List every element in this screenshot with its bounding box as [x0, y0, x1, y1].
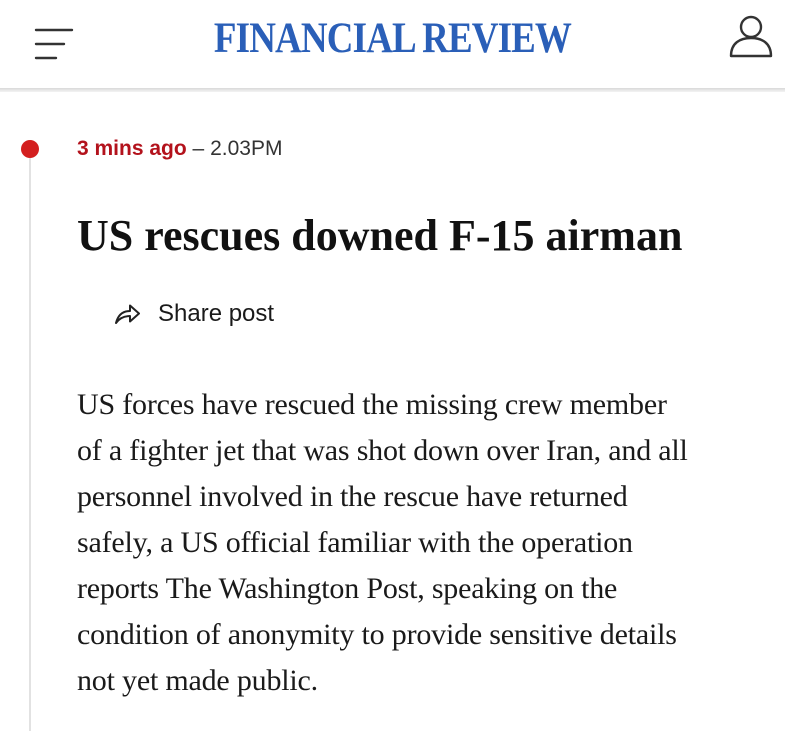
- meta-separator: –: [192, 137, 205, 160]
- post-body: US forces have rescued the missing crew …: [77, 382, 777, 704]
- post-headline: US rescues downed F-15 airman: [77, 211, 683, 260]
- account-button[interactable]: [726, 12, 776, 62]
- share-post-label: Share post: [158, 300, 275, 327]
- masthead-logo[interactable]: FINANCIAL REVIEW: [184, 12, 601, 66]
- hamburger-menu-icon: [34, 28, 74, 60]
- body-line: not yet made public.: [77, 664, 318, 697]
- post-time: 2.03PM: [210, 137, 283, 160]
- share-post-button[interactable]: Share post: [112, 296, 274, 332]
- body-line: personnel involved in the rescue have re…: [77, 480, 628, 513]
- live-indicator-dot: [21, 140, 39, 158]
- body-line: reports The Washington Post, speaking on…: [77, 572, 618, 605]
- timeline-line: [29, 150, 31, 731]
- header-divider: [0, 88, 785, 92]
- body-line: condition of anonymity to provide sensit…: [77, 618, 677, 651]
- post-meta: 3 mins ago – 2.03PM: [77, 134, 282, 164]
- post-relative-time: 3 mins ago: [77, 137, 187, 160]
- user-account-icon: [729, 15, 773, 58]
- share-arrow-icon: [112, 299, 142, 329]
- body-line: safely, a US official familiar with the …: [77, 526, 633, 559]
- menu-button[interactable]: [30, 22, 76, 66]
- body-line: US forces have rescued the missing crew …: [77, 388, 667, 421]
- body-line: of a fighter jet that was shot down over…: [77, 434, 688, 467]
- site-header: FINANCIAL REVIEW: [0, 0, 785, 88]
